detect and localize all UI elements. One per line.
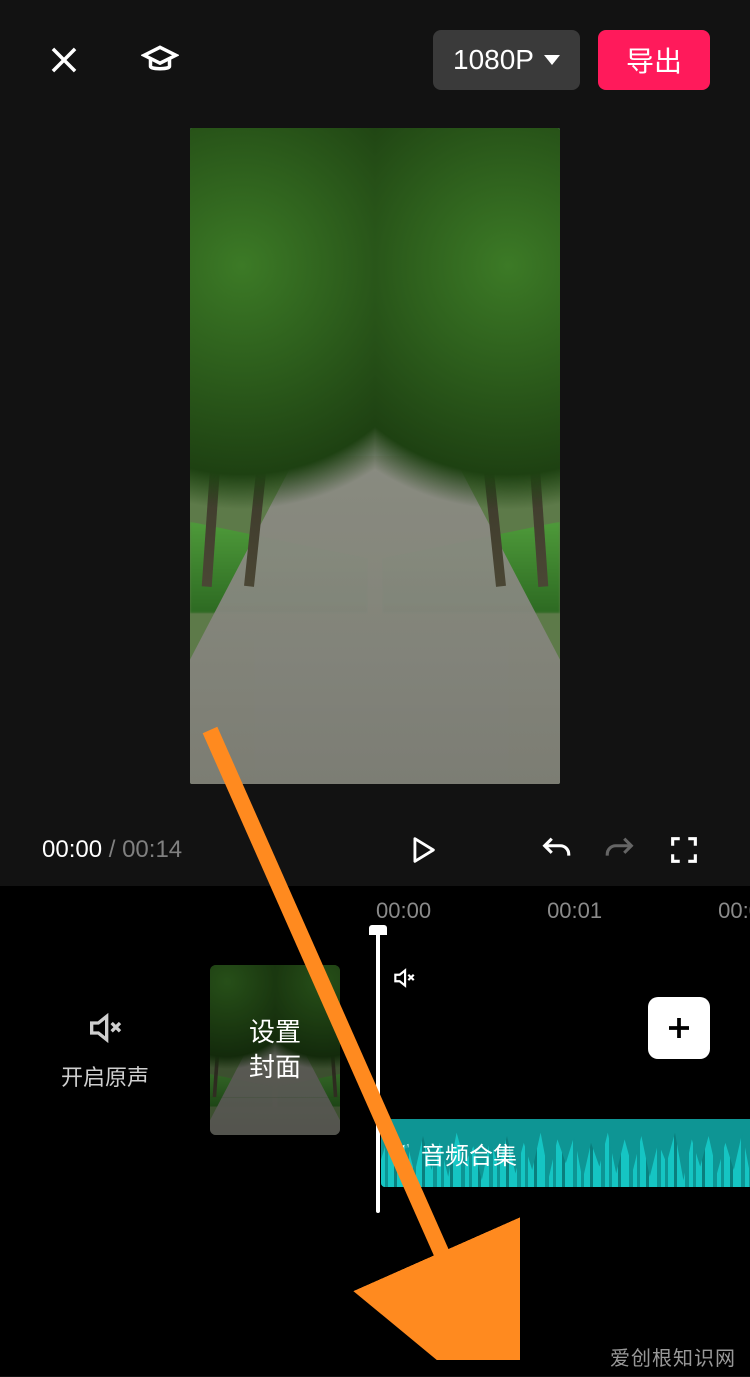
total-time: 00:14: [122, 836, 182, 863]
ruler-tick: 00:00: [376, 898, 431, 924]
speaker-muted-icon: [85, 1008, 125, 1048]
speaker-muted-icon: [391, 965, 417, 991]
video-preview[interactable]: [190, 128, 560, 784]
play-icon: [405, 833, 439, 867]
add-clip-button[interactable]: [648, 997, 710, 1059]
playhead[interactable]: [376, 933, 380, 1213]
watermark: 爱创根知识网: [610, 1342, 736, 1371]
plus-icon: [664, 1013, 694, 1043]
redo-button[interactable]: [592, 822, 648, 878]
play-button[interactable]: [394, 822, 450, 878]
undo-icon: [539, 833, 573, 867]
graduation-cap-icon: [141, 41, 179, 79]
fullscreen-button[interactable]: [656, 822, 712, 878]
set-cover-label: 设置 封面: [210, 965, 340, 1135]
undo-button[interactable]: [528, 822, 584, 878]
player-controls: 00:00 / 00:14: [0, 814, 750, 886]
ruler-tick: 00:01: [547, 898, 602, 924]
ruler-tick: 00:02: [718, 898, 750, 924]
export-button[interactable]: 导出: [598, 30, 710, 90]
set-cover-button[interactable]: 设置 封面: [210, 965, 340, 1135]
audio-clip[interactable]: 音频合集: [381, 1119, 750, 1187]
top-bar: 1080P 导出: [0, 0, 750, 120]
close-icon: [45, 41, 83, 79]
resolution-selector[interactable]: 1080P: [433, 30, 580, 90]
chevron-down-icon: [544, 55, 560, 65]
tutorial-button[interactable]: [136, 36, 184, 84]
timeline[interactable]: 00:00 00:01 00:02 00:03 开启原声 设置 封面: [0, 886, 750, 1376]
close-button[interactable]: [40, 36, 88, 84]
resolution-label: 1080P: [453, 44, 534, 76]
original-sound-label: 开启原声: [61, 1060, 149, 1092]
clip-mute-indicator: [391, 965, 417, 996]
time-display: 00:00 / 00:14: [42, 836, 182, 864]
preview-area: [0, 120, 750, 814]
audio-label: 音频合集: [421, 1136, 517, 1171]
fullscreen-icon: [667, 833, 701, 867]
current-time: 00:00: [42, 836, 102, 863]
redo-icon: [603, 833, 637, 867]
original-sound-toggle[interactable]: 开启原声: [0, 1008, 210, 1092]
